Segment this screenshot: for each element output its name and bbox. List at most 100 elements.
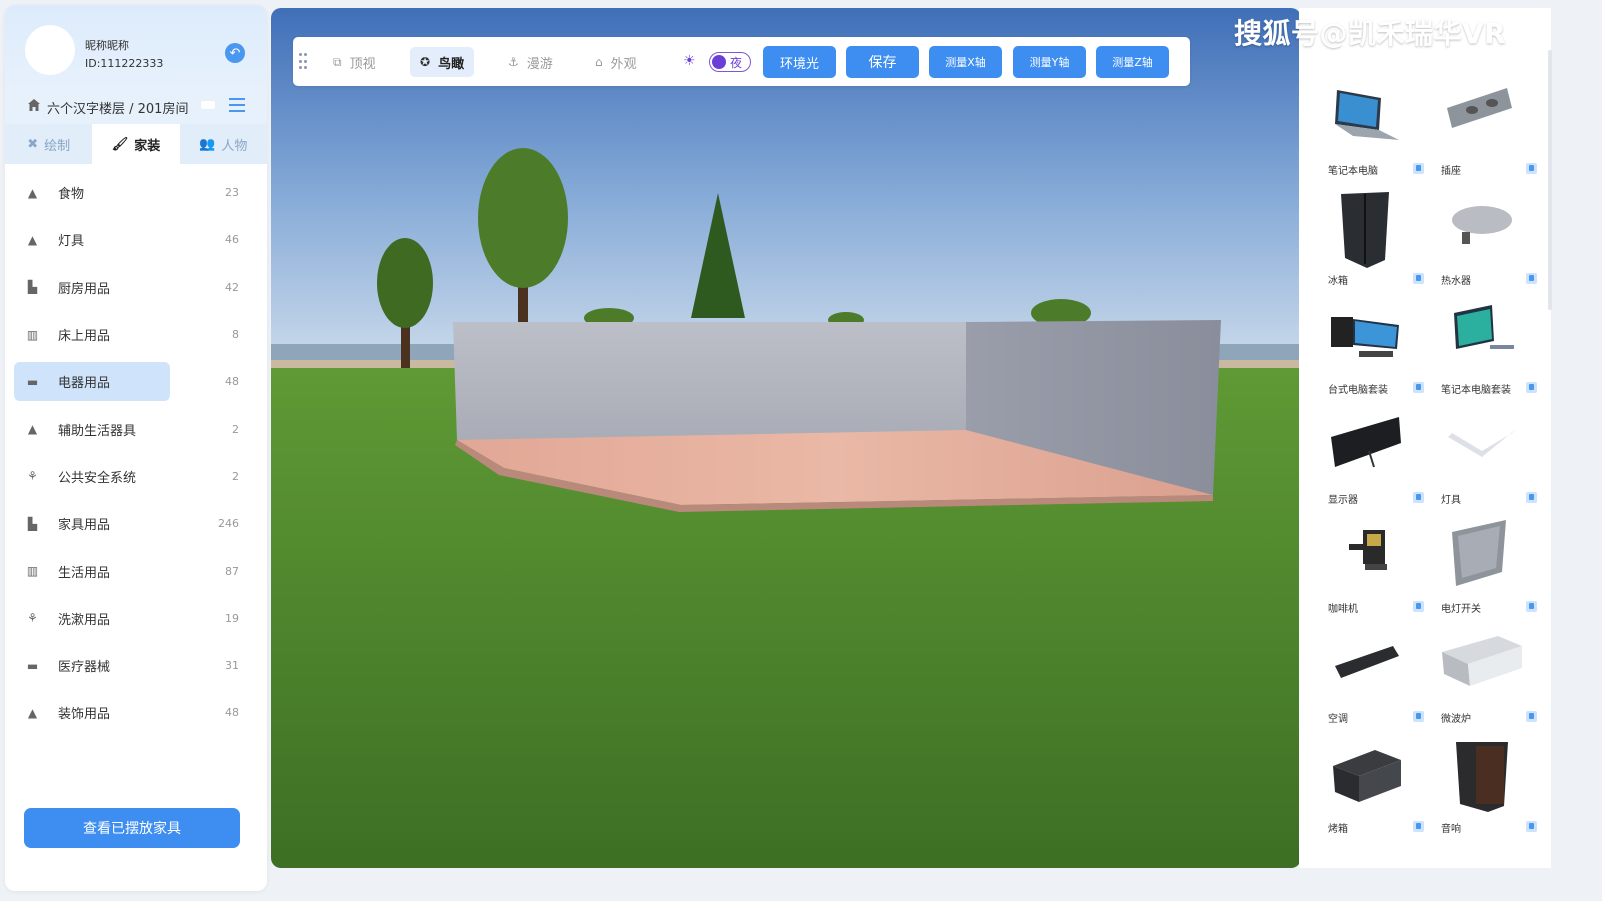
mode-birdseye[interactable]: ✪ 鸟瞰 — [410, 47, 475, 77]
category-count: 2 — [232, 469, 239, 483]
image-icon[interactable] — [1526, 163, 1537, 174]
item-label: 笔记本电脑套装 — [1441, 385, 1511, 397]
item-label: 微波炉 — [1441, 714, 1471, 725]
scene-render — [271, 8, 1301, 868]
catalog-item[interactable]: 灯具 — [1422, 407, 1537, 517]
catalog-scrollbar[interactable] — [1548, 50, 1552, 310]
category-item[interactable]: ⚘ 洗漱用品 19 — [5, 595, 267, 642]
catalog-item[interactable]: 电灯开关 — [1422, 516, 1537, 626]
item-label: 冰箱 — [1328, 275, 1348, 287]
tab-label: 家装 — [134, 138, 161, 154]
catalog-item[interactable]: 音响 — [1422, 736, 1537, 846]
item-thumbnail — [1331, 317, 1399, 358]
category-label: 辅助生活器具 — [58, 423, 137, 439]
catalog-item[interactable]: 微波炉 — [1422, 626, 1537, 736]
catalog-item[interactable]: 空调 — [1309, 626, 1424, 736]
image-icon[interactable] — [1526, 601, 1537, 613]
category-label: 装饰用品 — [58, 707, 111, 723]
tab-home-decor[interactable]: 🖌 家装 — [92, 124, 180, 164]
lamp-icon: ▲ — [27, 422, 38, 437]
image-icon[interactable] — [1526, 711, 1537, 722]
room-toggle-icon[interactable] — [201, 101, 215, 109]
left-sidebar: 昵称昵称 ID:111222333 ↶ 六个汉字楼层 / 201房间 ✖ 绘制 … — [5, 5, 267, 891]
category-item[interactable]: ▲ 灯具 46 — [5, 216, 267, 263]
watermark: 搜狐号@凯禾瑞华VR — [1234, 17, 1507, 50]
catalog-item[interactable]: 热水器 — [1422, 188, 1537, 298]
tab-draw[interactable]: ✖ 绘制 — [5, 124, 92, 164]
back-icon[interactable]: ↶ — [225, 43, 245, 63]
item-label: 显示器 — [1328, 494, 1358, 506]
category-count: 87 — [225, 564, 239, 578]
category-item[interactable]: ▙ 厨房用品 42 — [5, 264, 267, 311]
measure-x-button[interactable]: 测量X轴 — [929, 46, 1002, 78]
night-mode-toggle[interactable]: 夜 — [709, 52, 751, 72]
tab-people[interactable]: 👥 人物 — [180, 124, 267, 164]
item-label: 插座 — [1441, 166, 1461, 177]
category-item[interactable]: ▲ 食物 23 — [5, 169, 267, 216]
category-label: 洗漱用品 — [58, 612, 111, 628]
mode-top-view[interactable]: ⧉ 顶视 — [323, 47, 386, 77]
category-item[interactable]: ▬ 医疗器械 31 — [5, 642, 267, 689]
category-item[interactable]: ▥ 床上用品 8 — [5, 311, 267, 358]
catalog-item[interactable]: 冰箱 — [1309, 188, 1424, 298]
mode-label: 鸟瞰 — [438, 56, 465, 72]
catalog-item[interactable]: 笔记本电脑套装 — [1422, 297, 1537, 407]
catalog-item[interactable]: 插座 — [1422, 78, 1537, 188]
tab-label: 人物 — [221, 138, 248, 154]
catalog-item[interactable]: 笔记本电脑 — [1309, 78, 1424, 188]
measure-y-button[interactable]: 测量Y轴 — [1013, 46, 1086, 78]
image-icon[interactable] — [1526, 382, 1537, 394]
image-icon[interactable] — [1526, 820, 1537, 832]
category-item[interactable]: ▥ 生活用品 87 — [5, 547, 267, 594]
catalog-item[interactable]: 台式电脑套装 — [1309, 297, 1424, 407]
mode-walk[interactable]: ⚓ 漫游 — [498, 47, 563, 77]
measure-z-button[interactable]: 测量Z轴 — [1096, 46, 1169, 78]
item-thumbnail — [1349, 530, 1387, 571]
category-item[interactable]: ▙ 家具用品 246 — [5, 500, 267, 547]
menu-icon[interactable] — [229, 98, 245, 112]
catalog-item[interactable]: 咖啡机 — [1309, 516, 1424, 626]
image-icon[interactable] — [1526, 272, 1537, 284]
mode-label: 漫游 — [526, 56, 553, 72]
category-item[interactable]: ▬ 电器用品 48 — [5, 358, 267, 405]
item-label: 灯具 — [1441, 494, 1461, 506]
building-icon: ▙ — [27, 516, 38, 531]
drag-handle-icon[interactable] — [299, 53, 307, 71]
mode-exterior[interactable]: ⌂ 外观 — [585, 47, 647, 77]
item-thumbnail — [1447, 88, 1512, 128]
room-path: 六个汉字楼层 / 201房间 — [47, 102, 189, 117]
category-label: 公共安全系统 — [58, 470, 137, 486]
catalog-item[interactable]: 显示器 — [1309, 407, 1424, 517]
item-label: 台式电脑套装 — [1328, 385, 1388, 397]
category-item[interactable]: ⚘ 公共安全系统 2 — [5, 453, 267, 500]
item-thumbnail — [1454, 305, 1514, 350]
save-button[interactable]: 保存 — [846, 46, 919, 78]
category-count: 2 — [232, 422, 239, 436]
tools-icon: ✖ — [27, 136, 39, 152]
category-label: 厨房用品 — [58, 281, 111, 297]
top-view-icon: ⧉ — [333, 54, 342, 69]
item-label: 笔记本电脑 — [1328, 166, 1378, 177]
category-count: 23 — [225, 186, 239, 200]
category-label: 灯具 — [58, 234, 85, 250]
category-item[interactable]: ▲ 装饰用品 48 — [5, 689, 267, 736]
lamp-icon: ▲ — [27, 705, 38, 720]
category-item[interactable]: ▲ 辅助生活器具 2 — [5, 405, 267, 452]
view-placed-furniture-button[interactable]: 查看已摆放家具 — [24, 808, 240, 848]
image-icon[interactable] — [1526, 491, 1537, 503]
category-label: 医疗器械 — [58, 660, 111, 676]
item-thumbnail — [1448, 428, 1516, 457]
ambient-light-button[interactable]: 环境光 — [763, 46, 836, 78]
catalog-item[interactable]: 烤箱 — [1309, 736, 1424, 846]
3d-viewport[interactable] — [271, 8, 1301, 868]
item-label: 音响 — [1441, 823, 1461, 835]
category-list: ▲ 食物 23 ▲ 灯具 46 ▙ 厨房用品 42 ▥ 床上用品 8 ▬ 电器用品 48 ▲ 辅助生活器具 2 ⚘ 公… — [5, 169, 267, 737]
category-label: 食物 — [58, 187, 85, 203]
avatar[interactable] — [25, 25, 75, 75]
category-count: 48 — [225, 375, 239, 389]
bars-icon: ▥ — [26, 564, 39, 579]
category-tabs: ✖ 绘制 🖌 家装 👥 人物 — [5, 124, 267, 164]
user-id: ID:111222333 — [85, 57, 164, 70]
plant-icon: ⚘ — [27, 469, 38, 484]
birdseye-icon: ✪ — [420, 55, 431, 69]
